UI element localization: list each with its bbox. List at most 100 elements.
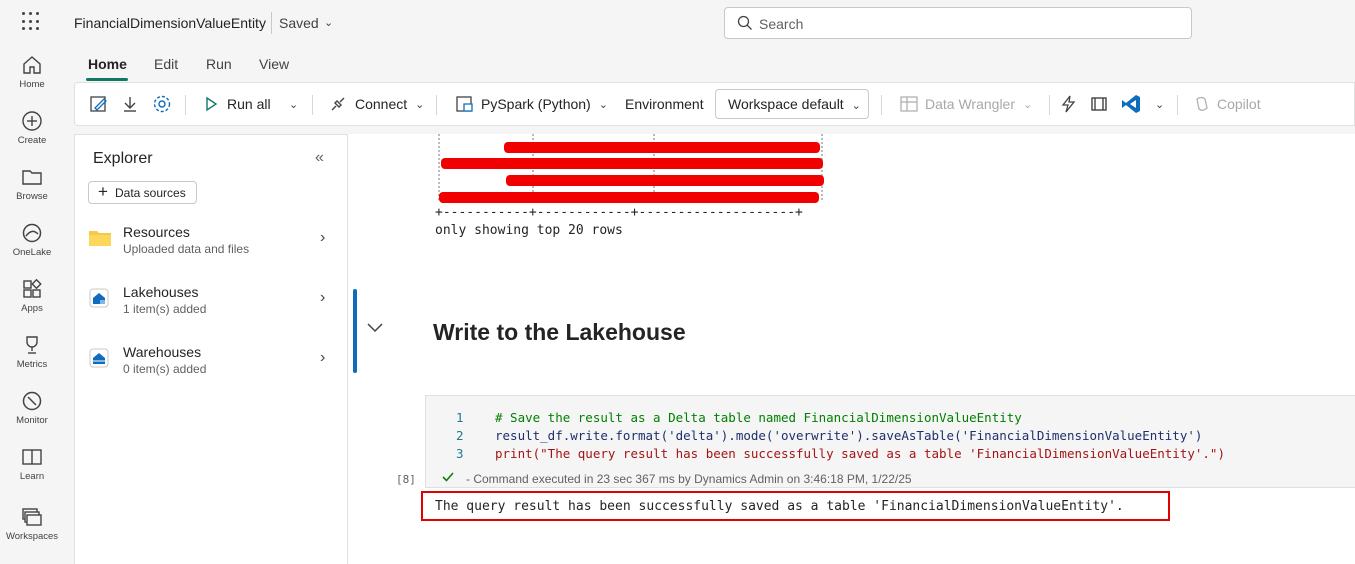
explorer-title: Explorer bbox=[93, 150, 153, 167]
collapse-panel-icon[interactable]: « bbox=[315, 149, 324, 167]
chevron-right-icon: › bbox=[320, 229, 326, 246]
focus-mode-button[interactable] bbox=[1089, 83, 1109, 125]
tab-home[interactable]: Home bbox=[88, 56, 127, 72]
toolbar-divider bbox=[312, 95, 313, 115]
ai-functions-button[interactable] bbox=[1059, 83, 1079, 125]
saved-status[interactable]: Saved bbox=[279, 15, 319, 31]
environment-label: Environment bbox=[625, 96, 704, 112]
search-placeholder: Search bbox=[759, 16, 804, 32]
redaction-mark bbox=[504, 142, 820, 153]
run-all-button[interactable]: Run all bbox=[203, 83, 271, 125]
code-line[interactable]: # Save the result as a Delta table named… bbox=[495, 410, 1022, 425]
nav-workspaces[interactable]: Workspaces bbox=[0, 506, 64, 558]
language-label: PySpark (Python) bbox=[481, 96, 591, 112]
save-settings-button[interactable] bbox=[89, 83, 109, 125]
notebook-canvas: +-----------+------------+--------------… bbox=[347, 134, 1355, 564]
search-icon bbox=[737, 15, 752, 30]
nav-home[interactable]: Home bbox=[0, 54, 64, 106]
monitor-icon bbox=[22, 391, 42, 411]
explorer-item-resources[interactable]: Resources Uploaded data and files › bbox=[75, 219, 346, 267]
data-wrangler-icon bbox=[900, 96, 918, 112]
play-icon bbox=[206, 96, 218, 112]
metrics-icon bbox=[26, 336, 38, 354]
connect-label: Connect bbox=[355, 96, 408, 112]
run-all-chevron-icon[interactable]: ⌄ bbox=[289, 83, 298, 125]
nav-label: Create bbox=[17, 135, 47, 146]
explorer-item-name: Resources bbox=[123, 224, 190, 240]
line-number: 1 bbox=[456, 410, 464, 425]
chevron-down-icon[interactable]: ⌄ bbox=[324, 16, 333, 29]
explorer-item-lakehouses[interactable]: Lakehouses 1 item(s) added › bbox=[75, 279, 346, 327]
redaction-mark bbox=[439, 192, 819, 203]
nav-create[interactable]: Create bbox=[0, 110, 64, 162]
table-note: only showing top 20 rows bbox=[435, 223, 623, 238]
tab-run[interactable]: Run bbox=[206, 56, 232, 72]
vscode-chevron-icon[interactable]: ⌄ bbox=[1155, 83, 1164, 125]
settings-button[interactable] bbox=[152, 83, 172, 125]
chevron-down-icon: ⌄ bbox=[1023, 98, 1033, 111]
chevron-right-icon: › bbox=[320, 289, 326, 306]
toolbar-divider bbox=[1177, 95, 1178, 115]
left-nav: Home Create Browse OneLake Apps Metrics … bbox=[0, 46, 64, 564]
cell-output-text: The query result has been successfully s… bbox=[435, 499, 1124, 514]
learn-icon bbox=[22, 449, 42, 465]
workspace-dropdown[interactable]: Workspace default ⌄ bbox=[715, 89, 869, 119]
vscode-button[interactable] bbox=[1120, 83, 1142, 125]
explorer-panel: Explorer « + Data sources Resources Uplo… bbox=[74, 134, 347, 564]
download-icon bbox=[124, 97, 136, 112]
nav-label: Workspaces bbox=[5, 531, 59, 542]
apps-icon bbox=[23, 278, 42, 298]
nav-browse[interactable]: Browse bbox=[0, 166, 64, 218]
toolbar-divider bbox=[436, 95, 437, 115]
copilot-button[interactable]: Copilot bbox=[1193, 83, 1261, 125]
data-sources-label: Data sources bbox=[115, 186, 186, 200]
lakehouse-icon bbox=[89, 288, 109, 308]
create-icon bbox=[22, 111, 42, 131]
line-number: 3 bbox=[456, 446, 464, 461]
chevron-down-icon[interactable] bbox=[366, 322, 384, 334]
active-cell-indicator bbox=[353, 289, 357, 373]
document-title[interactable]: FinancialDimensionValueEntity bbox=[74, 15, 266, 31]
workspace-label: Workspace default bbox=[728, 96, 844, 112]
python-icon bbox=[456, 96, 473, 112]
search-input[interactable]: Search bbox=[724, 7, 1192, 39]
data-sources-button[interactable]: + Data sources bbox=[88, 181, 197, 204]
explorer-item-name: Lakehouses bbox=[123, 284, 199, 300]
explorer-item-name: Warehouses bbox=[123, 344, 202, 360]
code-line[interactable]: print("The query result has been success… bbox=[495, 446, 1225, 461]
table-footer: +-----------+------------+--------------… bbox=[435, 205, 803, 220]
explorer-item-warehouses[interactable]: Warehouses 0 item(s) added › bbox=[75, 339, 346, 387]
onelake-icon bbox=[22, 223, 42, 243]
data-wrangler-button[interactable]: Data Wrangler ⌄ bbox=[899, 83, 1032, 125]
nav-monitor[interactable]: Monitor bbox=[0, 390, 64, 442]
vscode-icon bbox=[1122, 95, 1140, 113]
connect-button[interactable]: Connect ⌄ bbox=[329, 83, 424, 125]
copilot-icon bbox=[1196, 96, 1208, 111]
code-line[interactable]: result_df.write.format('delta').mode('ov… bbox=[495, 428, 1202, 443]
home-icon bbox=[23, 56, 41, 74]
tab-view[interactable]: View bbox=[259, 56, 289, 72]
title-divider bbox=[271, 12, 272, 34]
download-button[interactable] bbox=[121, 83, 139, 125]
plug-icon bbox=[331, 97, 345, 111]
section-heading: Write to the Lakehouse bbox=[433, 319, 686, 345]
chevron-right-icon: › bbox=[320, 349, 326, 366]
nav-label: Monitor bbox=[16, 415, 48, 426]
chevron-down-icon: ⌄ bbox=[598, 98, 608, 111]
language-selector[interactable]: PySpark (Python) ⌄ bbox=[455, 83, 608, 125]
toolbar-divider bbox=[881, 95, 882, 115]
plus-icon: + bbox=[98, 182, 108, 201]
nav-label: OneLake bbox=[12, 247, 52, 258]
checkmark-icon bbox=[442, 472, 454, 482]
line-number: 2 bbox=[456, 428, 464, 443]
explorer-item-subtitle: 1 item(s) added bbox=[123, 302, 207, 316]
lightning-icon bbox=[1061, 95, 1076, 113]
nav-apps[interactable]: Apps bbox=[0, 278, 64, 330]
nav-learn[interactable]: Learn bbox=[0, 446, 64, 498]
tab-edit[interactable]: Edit bbox=[154, 56, 178, 72]
explorer-item-subtitle: 0 item(s) added bbox=[123, 362, 207, 376]
nav-onelake[interactable]: OneLake bbox=[0, 222, 64, 274]
nav-metrics[interactable]: Metrics bbox=[0, 334, 64, 386]
nav-label: Learn bbox=[19, 471, 45, 482]
app-launcher-icon[interactable] bbox=[22, 12, 42, 32]
